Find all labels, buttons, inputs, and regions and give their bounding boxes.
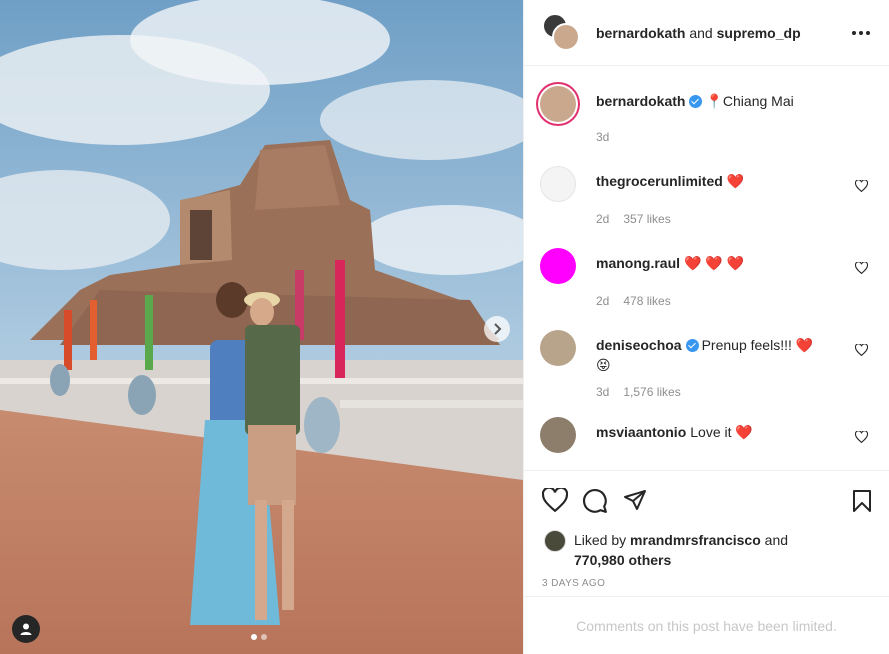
more-horizontal-icon bbox=[852, 30, 870, 35]
heart-outline-icon bbox=[854, 180, 868, 192]
comment: msviaantonio Love it ❤️ bbox=[540, 417, 873, 453]
comments-list[interactable]: bernardokath 📍Chiang Mai 3d thegrocerunli… bbox=[524, 66, 889, 470]
comment-meta: 2d 357 likes bbox=[596, 212, 873, 226]
comment-text: deniseochoa Prenup feels!!! ❤️ 😝 bbox=[596, 330, 849, 375]
verified-icon bbox=[689, 95, 703, 108]
comment-text: manong.raul ❤️ ❤️ ❤️ bbox=[596, 248, 849, 273]
comment-emoji: ❤️ bbox=[735, 424, 753, 440]
more-options-button[interactable] bbox=[849, 30, 873, 36]
user-icon bbox=[20, 623, 32, 635]
location-pin-icon: 📍 bbox=[705, 93, 723, 109]
carousel-dot-active bbox=[251, 634, 257, 640]
heart-outline-icon bbox=[854, 431, 868, 443]
like-comment-button[interactable] bbox=[849, 166, 873, 192]
comment-emoji-2: 😝 bbox=[596, 357, 611, 373]
liked-by-user[interactable]: mrandmrsfrancisco bbox=[630, 532, 761, 548]
caption: bernardokath 📍Chiang Mai bbox=[540, 86, 873, 122]
comment-likes[interactable]: 478 likes bbox=[623, 294, 670, 308]
comment-icon[interactable] bbox=[582, 488, 608, 514]
heart-outline-icon bbox=[854, 344, 868, 356]
comment-emoji: ❤️ bbox=[726, 173, 745, 189]
avatar[interactable] bbox=[540, 86, 576, 122]
timestamp: 3d bbox=[596, 130, 610, 144]
liked-by: Liked by mrandmrsfrancisco and 770,980 o… bbox=[524, 530, 889, 570]
comment: manong.raul ❤️ ❤️ ❤️ bbox=[540, 248, 873, 284]
comments-limited-notice: Comments on this post have been limited. bbox=[524, 596, 889, 654]
tagged-users-button[interactable] bbox=[12, 615, 40, 643]
collab-avatars[interactable] bbox=[542, 12, 582, 53]
heart-icon[interactable] bbox=[542, 487, 568, 512]
chevron-right-icon bbox=[494, 323, 502, 335]
post-photo[interactable] bbox=[0, 0, 523, 654]
comment-username[interactable]: msviaantonio bbox=[596, 424, 686, 440]
avatar[interactable] bbox=[540, 248, 576, 284]
timestamp: 2d bbox=[596, 212, 610, 226]
comment-meta: 2d 478 likes bbox=[596, 294, 873, 308]
post-date: 3 DAYS AGO bbox=[542, 578, 606, 589]
avatar[interactable] bbox=[552, 22, 580, 51]
comment-text: msviaantonio Love it ❤️ bbox=[596, 417, 849, 442]
share-icon[interactable] bbox=[622, 488, 648, 512]
collab-username[interactable]: supremo_dp bbox=[717, 25, 801, 41]
caption-body: Chiang Mai bbox=[722, 93, 794, 109]
timestamp: 3d bbox=[596, 385, 610, 399]
comment-likes[interactable]: 357 likes bbox=[623, 212, 670, 226]
comment-username[interactable]: thegrocerunlimited bbox=[596, 173, 723, 189]
comment-body: Love it bbox=[690, 424, 732, 440]
post-header: bernardokath and supremo_dp bbox=[524, 0, 889, 66]
comment-likes[interactable]: 1,576 likes bbox=[623, 385, 680, 399]
avatar[interactable] bbox=[540, 330, 576, 366]
like-comment-button[interactable] bbox=[849, 417, 873, 443]
carousel-indicator bbox=[251, 634, 267, 640]
next-photo-button[interactable] bbox=[484, 316, 510, 342]
comment: thegrocerunlimited ❤️ bbox=[540, 166, 873, 202]
caption-meta: 3d bbox=[596, 130, 873, 144]
author-username[interactable]: bernardokath bbox=[596, 25, 685, 41]
comment-meta: 3d 1,576 likes bbox=[596, 385, 873, 399]
liked-by-suffix: and bbox=[760, 532, 789, 548]
avatar[interactable] bbox=[540, 417, 576, 453]
post-actions bbox=[524, 470, 889, 530]
post-details-panel: bernardokath and supremo_dp bernardokath… bbox=[523, 0, 889, 654]
avatar[interactable] bbox=[544, 530, 566, 552]
comment-username[interactable]: deniseochoa bbox=[596, 337, 682, 353]
like-comment-button[interactable] bbox=[849, 248, 873, 274]
comment: deniseochoa Prenup feels!!! ❤️ 😝 bbox=[540, 330, 873, 375]
comment-text: thegrocerunlimited ❤️ bbox=[596, 166, 849, 191]
like-comment-button[interactable] bbox=[849, 330, 873, 356]
caption-text: bernardokath 📍Chiang Mai bbox=[596, 86, 873, 111]
likes-count[interactable]: 770,980 others bbox=[574, 552, 671, 568]
liked-by-prefix: Liked by bbox=[574, 532, 631, 548]
comment-username[interactable]: manong.raul bbox=[596, 255, 680, 271]
temple-photo bbox=[0, 0, 523, 654]
comment-emoji: ❤️ ❤️ ❤️ bbox=[684, 255, 745, 271]
comment-emoji: ❤️ bbox=[795, 337, 814, 353]
verified-icon bbox=[685, 339, 699, 352]
comment-body: Prenup feels!!! bbox=[701, 337, 792, 353]
caption-username[interactable]: bernardokath bbox=[596, 93, 685, 109]
post-authors: bernardokath and supremo_dp bbox=[596, 25, 849, 41]
authors-connector: and bbox=[685, 24, 717, 41]
heart-outline-icon bbox=[854, 262, 868, 274]
avatar[interactable] bbox=[540, 166, 576, 202]
bookmark-icon[interactable] bbox=[851, 489, 873, 513]
timestamp: 2d bbox=[596, 294, 610, 308]
carousel-dot bbox=[261, 634, 267, 640]
